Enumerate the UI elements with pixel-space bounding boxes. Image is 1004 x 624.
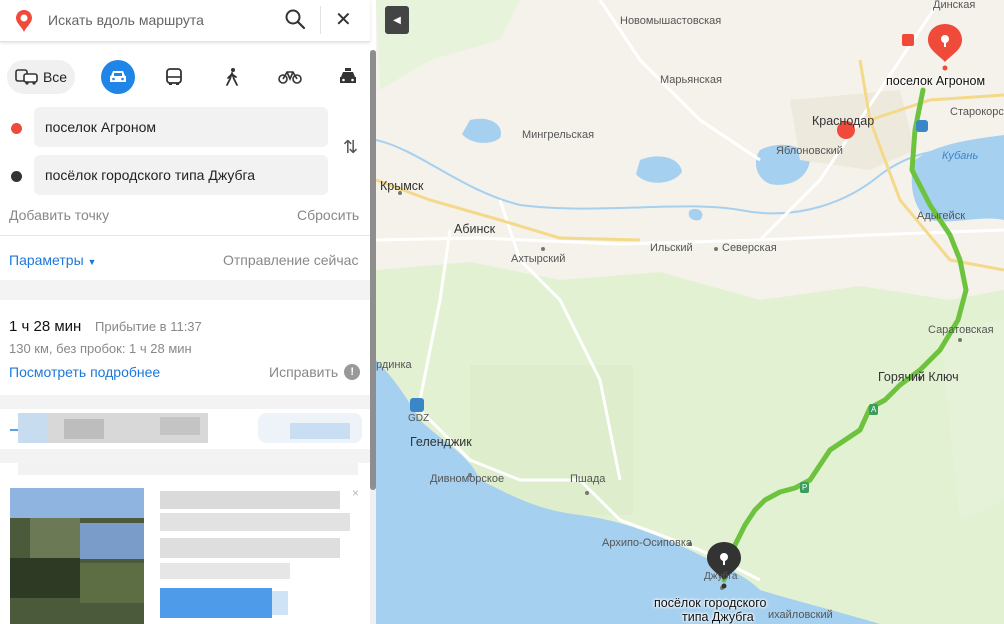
map-label-severskaya: Северская	[722, 242, 777, 254]
close-icon[interactable]: ✕	[335, 10, 352, 30]
panel-scrollbar[interactable]	[370, 50, 376, 624]
parameters-label: Параметры	[9, 252, 84, 268]
mode-all-button[interactable]: Все	[7, 60, 75, 94]
section-gap	[0, 280, 370, 300]
map-label-saratovskaya: Саратовская	[928, 324, 994, 336]
start-pin-label: поселок Агроном	[886, 74, 986, 88]
divider	[0, 235, 370, 236]
mode-car-button[interactable]	[101, 60, 135, 94]
end-pin-label-line1: посёлок городского	[654, 596, 767, 610]
start-point-dot	[11, 123, 22, 134]
end-pin-label-line2: типа Джубга	[682, 610, 754, 624]
start-marker	[928, 24, 962, 62]
map-label-kuban: Кубань	[942, 150, 979, 162]
mode-all-label: Все	[42, 69, 68, 85]
map-label-goryachy-klyuch: Горячий Ключ	[878, 370, 959, 384]
map-label-ilsky: Ильский	[650, 242, 693, 254]
map-label-krasnodar: Краснодар	[812, 114, 875, 128]
route-distance: 130 км, без пробок: 1 ч 28 мин	[9, 341, 192, 356]
taxi-icon	[340, 68, 356, 83]
close-ad-icon[interactable]: ×	[352, 487, 362, 499]
map-label-adygeysk: Адыгейск	[917, 210, 966, 222]
location-pin-icon	[16, 10, 32, 32]
section-gap	[0, 395, 370, 409]
departure-time-selector[interactable]: Отправление сейчас	[223, 252, 358, 268]
search-bar: ✕	[0, 0, 370, 42]
route-duration: 1 ч 28 мин	[9, 318, 82, 335]
fix-route-button[interactable]: Исправить !	[269, 364, 361, 380]
map-label-pshada: Пшада	[570, 473, 606, 485]
map-label-yablonovsky: Яблоновский	[776, 145, 843, 157]
map-label-abinsk: Абинск	[454, 222, 496, 236]
mode-transit-button[interactable]	[157, 60, 191, 94]
bus-icon	[166, 68, 182, 85]
map-label-arkhipo-osipovka: Архипо-Осиповка	[602, 537, 693, 549]
end-point-dot	[11, 171, 22, 182]
map-label-gelendzhik: Геленджик	[410, 435, 472, 449]
road-badge-a: A	[869, 404, 879, 415]
map-label-krymsk: Крымск	[380, 179, 424, 193]
search-icon[interactable]	[284, 8, 306, 30]
route-panel: ✕ Все	[0, 0, 376, 624]
parameters-dropdown[interactable]: Параметры ▼	[9, 252, 96, 268]
fix-route-label: Исправить	[269, 364, 339, 380]
end-point-input[interactable]: посёлок городского типа Джубга	[34, 155, 328, 195]
map-label-divnomorskoe: Дивноморское	[430, 473, 505, 485]
add-point-link[interactable]: Добавить точку	[9, 207, 109, 223]
route-details-link[interactable]: Посмотреть подробнее	[9, 364, 160, 380]
car-icon	[110, 71, 126, 82]
map-label-kabardinka: рдинка	[376, 359, 412, 371]
section-gap	[0, 449, 370, 463]
swap-points-icon[interactable]: ⇅	[343, 137, 358, 158]
reset-link[interactable]: Сбросить	[297, 207, 359, 223]
search-separator	[320, 6, 321, 34]
route-arrival: Прибытие в 11:37	[95, 319, 202, 334]
bicycle-icon	[278, 71, 302, 84]
ad-banner-strip[interactable]	[0, 409, 370, 449]
mode-bike-button[interactable]	[273, 60, 307, 94]
collapse-panel-button[interactable]: ◀	[385, 6, 409, 34]
map-label-gdz: GDZ	[408, 413, 430, 424]
pedestrian-icon	[226, 68, 238, 86]
map-label-mingrelskaya: Мингрельская	[522, 129, 595, 141]
map-label-dinskaya: Динская	[933, 0, 976, 11]
mode-walk-button[interactable]	[215, 60, 249, 94]
road-badge-r: Р	[800, 482, 810, 493]
search-input[interactable]	[48, 8, 270, 32]
map-label-maryanskaya: Марьянская	[660, 74, 722, 86]
map-label-starokorsunskaya: Старокорс	[950, 106, 1004, 118]
all-modes-icon	[15, 69, 38, 85]
scrollbar-thumb[interactable]	[370, 50, 376, 490]
ad-card[interactable]: ×	[0, 463, 370, 624]
chevron-down-icon: ▼	[87, 257, 97, 267]
map-label-dzhubga: Джубга	[704, 571, 738, 582]
transport-modes: Все	[7, 60, 367, 94]
map-label-mikhaylovsky: ихайловский	[768, 609, 833, 621]
start-point-input[interactable]: поселок Агроном	[34, 107, 328, 147]
mode-taxi-button[interactable]	[331, 60, 365, 94]
map-label-akhtyrsky: Ахтырский	[511, 253, 566, 265]
exclamation-icon: !	[344, 364, 361, 380]
map-label-novomyshastovskaya: Новомышастовская	[620, 15, 722, 27]
